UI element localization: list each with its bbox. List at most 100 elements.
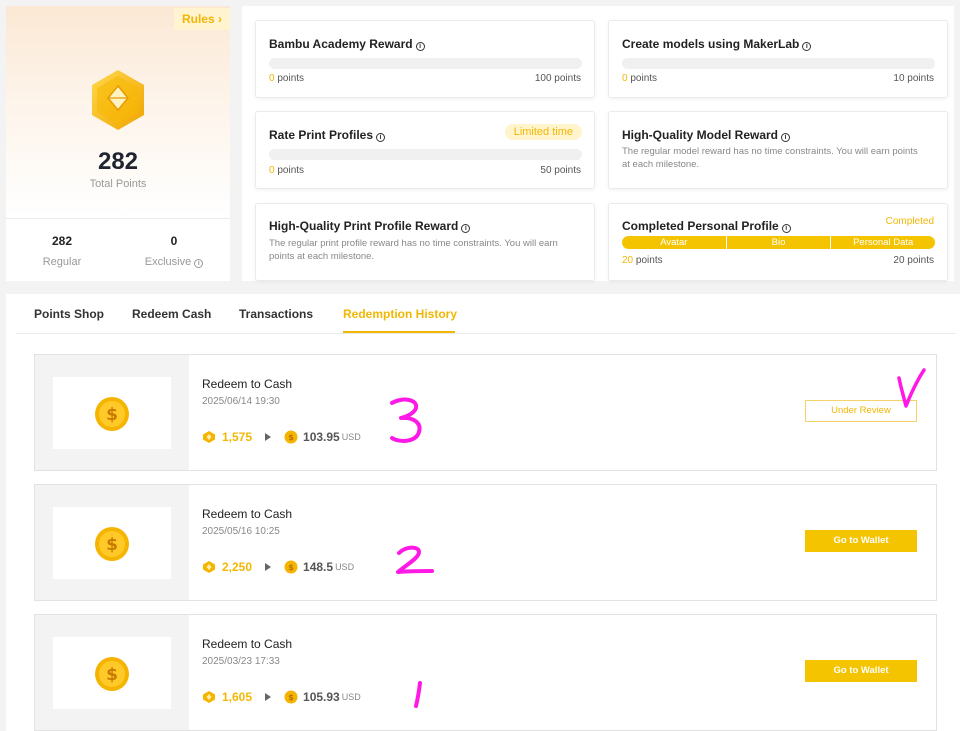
cash-coin-icon: $ [284, 690, 298, 704]
points-spent: 1,575 [222, 430, 253, 444]
task-current-points: 0 [622, 73, 628, 84]
redemption-date: 2025/03/23 17:33 [202, 656, 280, 667]
points-summary-card: Rules › 282 Total Points 282 Regular 0 E… [6, 6, 230, 281]
task-description: The regular print profile reward has no … [269, 238, 558, 262]
redemption-image: $ [53, 377, 171, 449]
regular-points-label: Regular [42, 256, 82, 268]
task-title: Create models using MakerLab [622, 37, 800, 51]
task-card: Create models using MakerLab i 0 points 1… [608, 20, 948, 98]
task-points-unit: points [635, 255, 663, 266]
points-icon [203, 691, 215, 703]
task-target-points: 10 points [893, 73, 934, 84]
currency-label: USD [341, 432, 361, 442]
redemption-title: Redeem to Cash [202, 637, 293, 651]
checkmark-annotation [897, 368, 926, 408]
regular-points-value: 282 [51, 234, 73, 248]
svg-text:$: $ [288, 693, 294, 702]
segment-avatar: Avatar [622, 236, 726, 249]
task-card: Completed Personal Profile i Completed Av… [608, 203, 948, 281]
task-title: Rate Print Profiles [269, 128, 374, 142]
redemption-section: Points Shop Redeem Cash Transactions Red… [6, 294, 960, 731]
points-spent: 1,605 [222, 690, 253, 704]
active-tab-indicator [343, 331, 455, 333]
task-target-points: 50 points [540, 165, 581, 176]
task-title: Completed Personal Profile [622, 219, 779, 233]
task-progress-bar [269, 58, 582, 69]
svg-text:$: $ [288, 563, 294, 572]
redemption-title: Redeem to Cash [202, 507, 293, 521]
task-title: High-Quality Model Reward [622, 128, 779, 142]
profile-segment-bar: Avatar Bio Personal Data [622, 236, 935, 249]
reward-tasks-panel: Bambu Academy Reward i 0 points 100 point… [242, 6, 954, 281]
redemption-date: 2025/06/14 19:30 [202, 396, 280, 407]
redemption-card: $ Redeem to Cash 2025/06/14 19:30 1,575 … [34, 354, 937, 471]
limited-time-badge: Limited time [504, 124, 582, 140]
points-hexagon-icon [92, 70, 144, 130]
go-to-wallet-button[interactable]: Go to Wallet [805, 530, 917, 552]
task-target-points: 100 points [534, 73, 581, 84]
rules-label: Rules [181, 12, 215, 26]
info-icon[interactable]: i [415, 42, 425, 51]
info-icon[interactable]: i [781, 133, 791, 142]
task-card: High-Quality Print Profile Reward i The r… [255, 203, 595, 281]
redemption-amounts: 1,605 $ 105.93 USD [202, 690, 361, 704]
task-points-unit: points [630, 73, 658, 84]
info-icon[interactable]: i [781, 224, 791, 233]
exclusive-points-label: Exclusive [144, 256, 192, 268]
redemption-card: $ Redeem to Cash 2025/05/16 10:25 2,250 … [34, 484, 937, 601]
tab-points-shop[interactable]: Points Shop [34, 307, 104, 321]
cash-coin-icon: $ [284, 560, 298, 574]
currency-label: USD [341, 692, 361, 702]
dollar-coin-icon: $ [95, 657, 129, 691]
divider [6, 218, 230, 219]
task-card: High-Quality Model Reward i The regular m… [608, 111, 948, 189]
task-card: Bambu Academy Reward i 0 points 100 point… [255, 20, 595, 98]
task-title: High-Quality Print Profile Reward [269, 219, 459, 233]
svg-text:$: $ [288, 433, 294, 442]
redemption-date: 2025/05/16 10:25 [202, 526, 280, 537]
info-icon[interactable]: i [376, 133, 386, 142]
tab-transactions[interactable]: Transactions [239, 307, 313, 321]
number-2-annotation [396, 545, 434, 574]
redemption-image: $ [53, 637, 171, 709]
redemption-title: Redeem to Cash [202, 377, 293, 391]
tab-bar: Points Shop Redeem Cash Transactions Red… [16, 294, 956, 334]
svg-text:$: $ [106, 665, 118, 685]
task-points-unit: points [277, 165, 305, 176]
task-current-points: 20 [622, 255, 634, 266]
task-title: Bambu Academy Reward [269, 37, 413, 51]
task-points-unit: points [277, 73, 305, 84]
arrow-right-icon [265, 433, 272, 441]
info-icon[interactable]: i [802, 42, 812, 51]
cash-amount: 148.5 [303, 560, 334, 574]
points-spent: 2,250 [222, 560, 253, 574]
cash-coin-icon: $ [284, 430, 298, 444]
completed-status: Completed [885, 216, 934, 227]
redemption-image: $ [53, 507, 171, 579]
redemption-amounts: 1,575 $ 103.95 USD [202, 430, 361, 444]
total-points-label: Total Points [89, 178, 147, 190]
arrow-right-icon [265, 563, 272, 571]
segment-personal-data: Personal Data [831, 236, 935, 249]
dollar-coin-icon: $ [95, 397, 129, 431]
cash-amount: 103.95 [303, 430, 340, 444]
go-to-wallet-button[interactable]: Go to Wallet [805, 660, 917, 682]
tab-redeem-cash[interactable]: Redeem Cash [132, 307, 211, 321]
redemption-amounts: 2,250 $ 148.5 USD [202, 560, 354, 574]
regular-points-stat: 282 Regular [6, 234, 118, 268]
info-icon[interactable]: i [461, 224, 471, 233]
number-1-annotation [414, 681, 422, 708]
rules-button[interactable]: Rules › [173, 8, 230, 30]
task-card: Rate Print Profiles i Limited time 0 poin… [255, 111, 595, 189]
task-current-points: 0 [269, 73, 275, 84]
task-current-points: 0 [269, 165, 275, 176]
info-icon[interactable]: i [194, 259, 204, 268]
tab-redemption-history[interactable]: Redemption History [343, 307, 457, 321]
currency-label: USD [335, 562, 355, 572]
exclusive-points-stat: 0 Exclusive i [118, 234, 230, 268]
points-icon [203, 561, 215, 573]
arrow-right-icon [265, 693, 272, 701]
task-progress-bar [269, 149, 582, 160]
task-progress-bar [622, 58, 935, 69]
number-3-annotation [390, 397, 422, 443]
